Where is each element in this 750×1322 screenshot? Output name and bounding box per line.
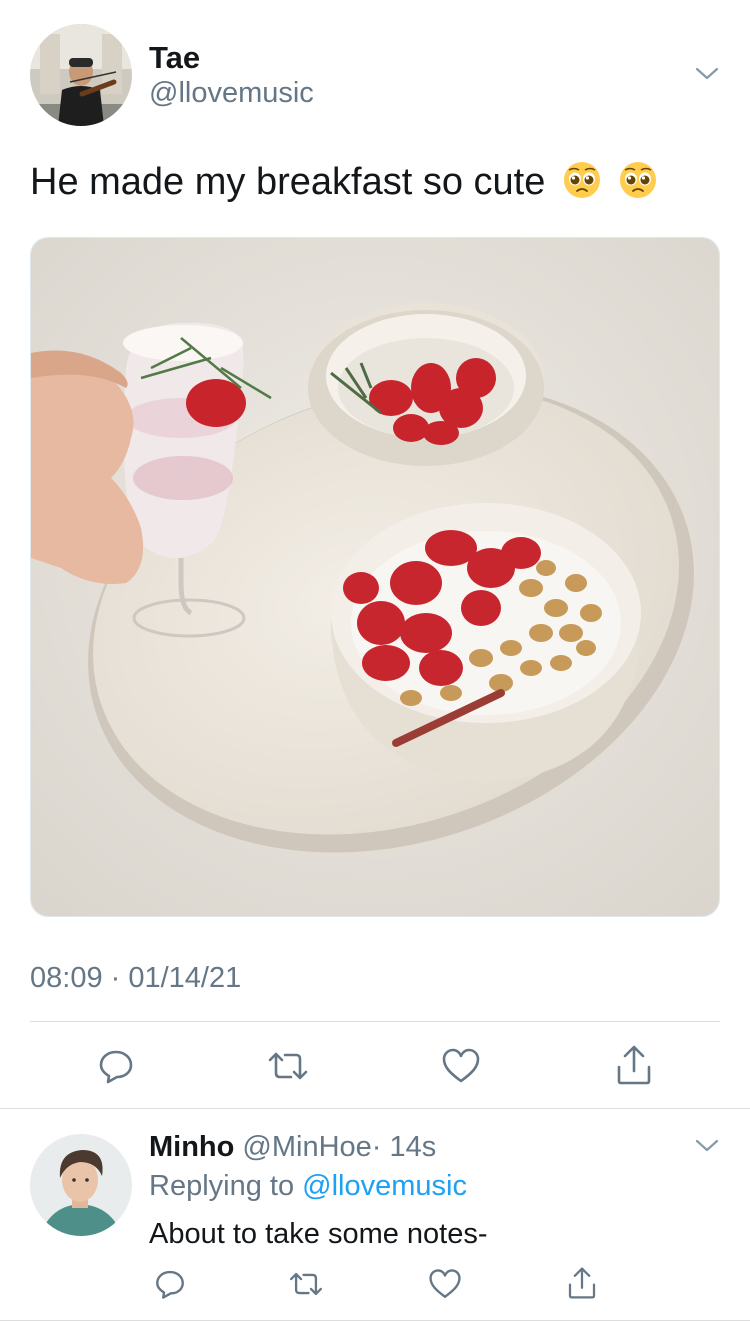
reply-retweet-button[interactable]: [286, 1266, 326, 1302]
tweet-text-content: He made my breakfast so cute: [30, 161, 546, 203]
pleading-face-icon: [563, 162, 600, 198]
author-avatar[interactable]: [30, 24, 132, 126]
reply-text: About to take some notes-: [149, 1218, 488, 1250]
reply-button[interactable]: [94, 1044, 138, 1088]
replying-prefix: Replying to: [149, 1170, 295, 1202]
reply-reply-button[interactable]: [152, 1266, 188, 1302]
pleading-face-icon: [620, 162, 657, 198]
avatar-image: [30, 1134, 132, 1236]
tweet-photo[interactable]: [30, 237, 720, 917]
author-handle[interactable]: @llovemusic: [149, 77, 314, 110]
replying-to: Replying to @llovemusic: [149, 1170, 467, 1203]
reply-header: Minho @MinHoe· 14s: [149, 1131, 436, 1164]
breakfast-photo-image: [31, 238, 719, 916]
section-divider: [0, 1108, 750, 1109]
replying-handle-link[interactable]: @llovemusic: [302, 1170, 467, 1202]
avatar-image: [30, 24, 132, 126]
chevron-down-icon[interactable]: [689, 1134, 725, 1158]
retweet-icon: [268, 1052, 308, 1080]
reply-author-handle[interactable]: @MinHoe: [242, 1131, 371, 1163]
reply-like-button[interactable]: [426, 1266, 464, 1302]
reply-author-name[interactable]: Minho: [149, 1131, 234, 1163]
share-button[interactable]: [612, 1042, 656, 1088]
reply-icon: [99, 1050, 133, 1084]
like-button[interactable]: [438, 1044, 484, 1088]
retweet-icon: [289, 1272, 323, 1296]
tweet-text: He made my breakfast so cute: [30, 160, 658, 204]
reply-share-button[interactable]: [564, 1264, 600, 1302]
share-icon: [568, 1267, 596, 1299]
reply-author-avatar[interactable]: [30, 1134, 132, 1236]
heart-icon: [429, 1269, 461, 1298]
heart-icon: [442, 1048, 480, 1083]
divider: [30, 1021, 720, 1022]
bottom-divider: [0, 1320, 750, 1321]
tweet-timestamp[interactable]: 08:09 · 01/14/21: [30, 962, 241, 995]
share-icon: [617, 1045, 651, 1085]
reply-time: · 14s: [371, 1131, 437, 1163]
chevron-down-icon[interactable]: [689, 62, 725, 86]
reply-icon: [156, 1270, 184, 1299]
author-name[interactable]: Tae: [149, 40, 200, 76]
retweet-button[interactable]: [264, 1044, 312, 1088]
